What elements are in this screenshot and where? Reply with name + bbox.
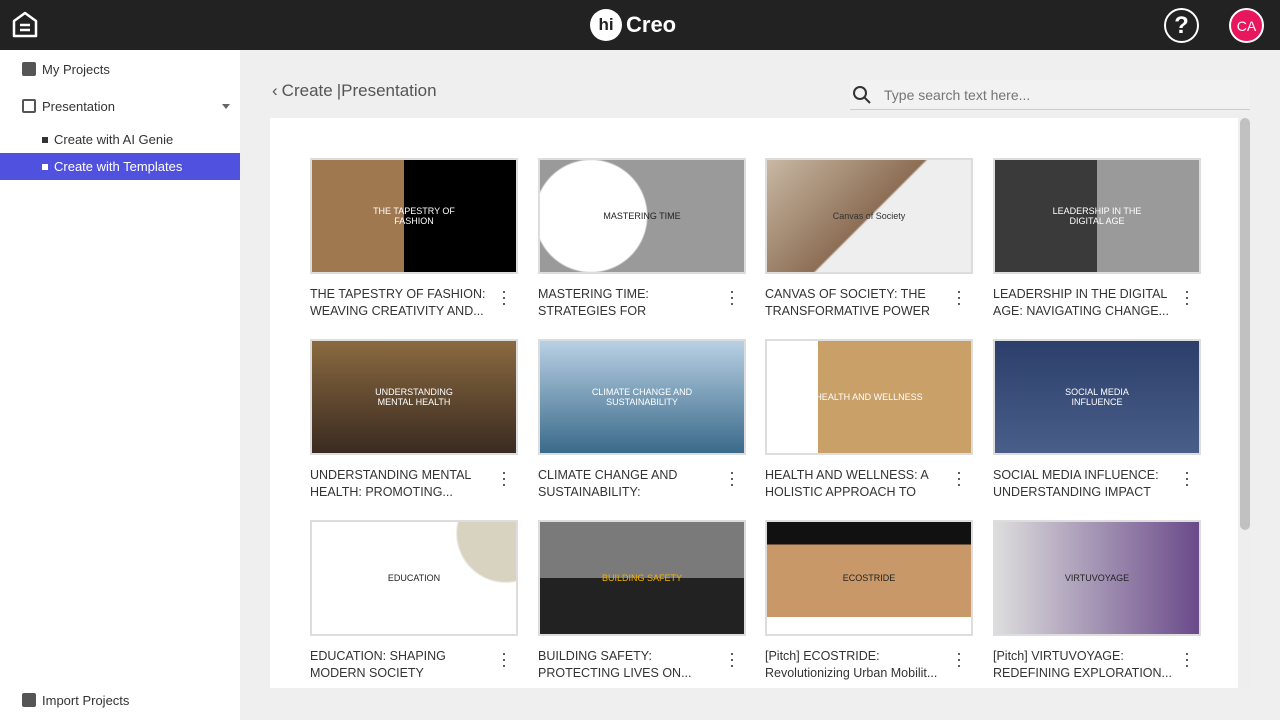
thumbnail-title: CLIMATE CHANGE AND SUSTAINABILITY	[591, 387, 693, 407]
template-thumbnail[interactable]: BUILDING SAFETY	[538, 520, 746, 636]
help-icon[interactable]: ?	[1164, 8, 1199, 43]
template-thumbnail[interactable]: CLIMATE CHANGE AND SUSTAINABILITY	[538, 339, 746, 455]
templates-grid: THE TAPESTRY OF FASHION THE TAPESTRY OF …	[270, 118, 1238, 688]
template-card[interactable]: EDUCATION EDUCATION: SHAPING MODERN SOCI…	[310, 520, 518, 682]
more-options-icon[interactable]: · · ·	[955, 282, 963, 312]
more-options-icon[interactable]: · · ·	[728, 463, 736, 493]
sidebar-item-label: Import Projects	[42, 692, 130, 708]
template-title: THE TAPESTRY OF FASHION: WEAVING CREATIV…	[310, 287, 486, 318]
template-title: UNDERSTANDING MENTAL HEALTH: PROMOTING..…	[310, 468, 471, 499]
sidebar-item-create-templates[interactable]: Create with Templates	[0, 153, 240, 180]
template-card[interactable]: CLIMATE CHANGE AND SUSTAINABILITY CLIMAT…	[538, 339, 746, 501]
more-options-icon[interactable]: · · ·	[500, 463, 508, 493]
template-title: SOCIAL MEDIA INFLUENCE: UNDERSTANDING IM…	[993, 468, 1159, 499]
thumbnail-title: UNDERSTANDING MENTAL HEALTH	[375, 387, 453, 407]
breadcrumb-current: |Presentation	[336, 81, 437, 100]
template-thumbnail[interactable]: MASTERING TIME	[538, 158, 746, 274]
more-options-icon[interactable]: · · ·	[955, 463, 963, 493]
template-thumbnail[interactable]: THE TAPESTRY OF FASHION	[310, 158, 518, 274]
back-chevron-icon[interactable]: ‹	[272, 81, 278, 101]
presentation-board-icon	[22, 99, 36, 113]
template-thumbnail[interactable]: SOCIAL MEDIA INFLUENCE	[993, 339, 1201, 455]
thumbnail-title: EDUCATION	[387, 573, 441, 583]
thumbnail-title: THE TAPESTRY OF FASHION	[373, 206, 455, 226]
avatar[interactable]: CA	[1229, 8, 1264, 43]
template-card[interactable]: HEALTH AND WELLNESS HEALTH AND WELLNESS:…	[765, 339, 973, 501]
more-options-icon[interactable]: · · ·	[955, 644, 963, 674]
template-card[interactable]: BUILDING SAFETY BUILDING SAFETY: PROTECT…	[538, 520, 746, 682]
template-card[interactable]: VIRTUVOYAGE [Pitch] VIRTUVOYAGE: REDEFIN…	[993, 520, 1201, 682]
sidebar-item-label: My Projects	[42, 61, 110, 77]
search-bar	[850, 80, 1250, 110]
search-icon[interactable]	[852, 85, 872, 105]
sidebar-item-label: Presentation	[42, 98, 115, 114]
template-title: LEADERSHIP IN THE DIGITAL AGE: NAVIGATIN…	[993, 287, 1169, 318]
more-options-icon[interactable]: · · ·	[1183, 644, 1191, 674]
template-title: CANVAS OF SOCIETY: THE TRANSFORMATIVE PO…	[765, 287, 931, 318]
template-card[interactable]: SOCIAL MEDIA INFLUENCE SOCIAL MEDIA INFL…	[993, 339, 1201, 501]
template-title: [Pitch] VIRTUVOYAGE: REDEFINING EXPLORAT…	[993, 649, 1172, 680]
thumbnail-title: Canvas of Society	[832, 211, 906, 221]
template-card[interactable]: THE TAPESTRY OF FASHION THE TAPESTRY OF …	[310, 158, 518, 320]
sidebar-item-my-projects[interactable]: My Projects	[0, 61, 240, 77]
template-thumbnail[interactable]: EDUCATION	[310, 520, 518, 636]
top-bar: hi Creo ? CA	[0, 0, 1280, 50]
sidebar: My Projects Presentation Create with AI …	[0, 50, 240, 720]
clipboard-icon	[22, 62, 36, 76]
bullet-icon	[42, 136, 48, 143]
template-title: MASTERING TIME: STRATEGIES FOR ENHANCED …	[538, 287, 649, 318]
more-options-icon[interactable]: · · ·	[728, 644, 736, 674]
thumbnail-title: VIRTUVOYAGE	[1064, 573, 1130, 583]
template-thumbnail[interactable]: VIRTUVOYAGE	[993, 520, 1201, 636]
import-icon	[22, 693, 36, 707]
template-card[interactable]: Canvas of Society CANVAS OF SOCIETY: THE…	[765, 158, 973, 320]
scrollbar-thumb[interactable]	[1240, 118, 1250, 530]
more-options-icon[interactable]: · · ·	[1183, 463, 1191, 493]
thumbnail-title: LEADERSHIP IN THE DIGITAL AGE	[1052, 206, 1142, 226]
more-options-icon[interactable]: · · ·	[728, 282, 736, 312]
search-input[interactable]	[884, 86, 1224, 103]
scrollbar[interactable]	[1240, 118, 1250, 688]
more-options-icon[interactable]: · · ·	[500, 644, 508, 674]
sidebar-item-import-projects[interactable]: Import Projects	[0, 692, 240, 708]
template-thumbnail[interactable]: Canvas of Society	[765, 158, 973, 274]
template-title: EDUCATION: SHAPING MODERN SOCIETY	[310, 649, 446, 680]
home-icon[interactable]	[12, 11, 38, 43]
template-card[interactable]: UNDERSTANDING MENTAL HEALTH UNDERSTANDIN…	[310, 339, 518, 501]
logo: hi Creo	[590, 9, 676, 41]
logo-name: Creo	[626, 12, 677, 37]
thumbnail-title: HEALTH AND WELLNESS	[815, 392, 923, 402]
template-title: HEALTH AND WELLNESS: A HOLISTIC APPROACH…	[765, 468, 929, 499]
template-thumbnail[interactable]: UNDERSTANDING MENTAL HEALTH	[310, 339, 518, 455]
template-thumbnail[interactable]: LEADERSHIP IN THE DIGITAL AGE	[993, 158, 1201, 274]
sidebar-item-label: Create with Templates	[54, 159, 183, 174]
sidebar-item-create-ai-genie[interactable]: Create with AI Genie	[0, 126, 240, 153]
more-options-icon[interactable]: · · ·	[1183, 282, 1191, 312]
template-thumbnail[interactable]: ECOSTRIDE	[765, 520, 973, 636]
template-title: [Pitch] ECOSTRIDE: Revolutionizing Urban…	[765, 649, 938, 680]
thumbnail-title: ECOSTRIDE	[842, 573, 896, 583]
template-card[interactable]: ECOSTRIDE [Pitch] ECOSTRIDE: Revolutioni…	[765, 520, 973, 682]
thumbnail-title: SOCIAL MEDIA INFLUENCE	[1065, 387, 1129, 407]
sidebar-item-presentation[interactable]: Presentation	[0, 98, 240, 114]
more-options-icon[interactable]: · · ·	[500, 282, 508, 312]
breadcrumb-root[interactable]: Create	[282, 81, 333, 101]
thumbnail-title: MASTERING TIME	[603, 211, 681, 221]
template-title: CLIMATE CHANGE AND SUSTAINABILITY: NAVIG…	[538, 468, 678, 499]
template-title: BUILDING SAFETY: PROTECTING LIVES ON...	[538, 649, 692, 680]
template-card[interactable]: LEADERSHIP IN THE DIGITAL AGE LEADERSHIP…	[993, 158, 1201, 320]
sidebar-item-label: Create with AI Genie	[54, 132, 174, 147]
breadcrumb: ‹ Create |Presentation	[272, 81, 437, 101]
thumbnail-title: BUILDING SAFETY	[601, 573, 682, 583]
template-card[interactable]: MASTERING TIME MASTERING TIME: STRATEGIE…	[538, 158, 746, 320]
chevron-down-icon[interactable]	[222, 103, 230, 109]
logo-hi: hi	[590, 9, 622, 41]
template-thumbnail[interactable]: HEALTH AND WELLNESS	[765, 339, 973, 455]
bullet-icon	[42, 163, 48, 170]
